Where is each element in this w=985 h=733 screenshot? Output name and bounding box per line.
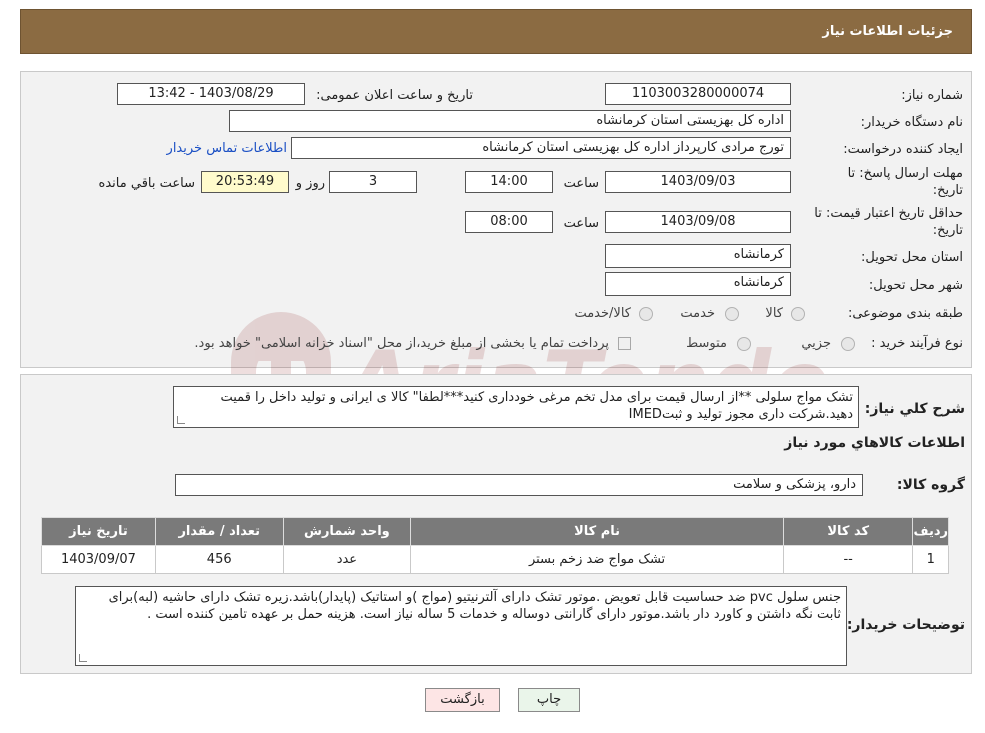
days-label: روز و (295, 176, 325, 191)
remaining-time-field: 20:53:49 (201, 171, 289, 193)
category-both-label: کالا/خدمت (574, 306, 631, 321)
reply-date-field: 1403/09/03 (605, 171, 791, 193)
description-text: تشک مواج سلولی **از ارسال قیمت برای مدل … (220, 390, 853, 422)
buyer-notes-textarea: جنس سلول pvc ضد حساسیت قابل تعویض .موتور… (75, 586, 847, 666)
description-textarea: تشک مواج سلولی **از ارسال قیمت برای مدل … (173, 386, 859, 428)
goods-group-label: گروه کالا: (896, 477, 965, 493)
col-code: کد کالا (782, 517, 914, 546)
province-field: کرمانشاه (605, 244, 791, 268)
goods-table-header: رديف کد کالا نام کالا واحد شمارش تعداد /… (41, 517, 949, 546)
description-label: شرح کلي نياز: (864, 401, 965, 417)
announce-date-label: تاریخ و ساعت اعلان عمومی: (316, 88, 473, 103)
validity-time-field: 08:00 (465, 211, 553, 233)
province-label: استان محل تحویل: (861, 250, 963, 265)
reply-deadline-label: مهلت ارسال پاسخ: تا (847, 166, 963, 181)
need-number-label: شماره نیاز: (901, 88, 963, 103)
goods-group-field: دارو، پزشکی و سلامت (175, 474, 863, 496)
resize-handle-icon[interactable] (177, 416, 185, 424)
back-button[interactable]: بازگشت (425, 688, 500, 712)
purchase-medium-radio[interactable] (737, 337, 751, 351)
items-panel: شرح کلي نياز: تشک مواج سلولی **از ارسال … (20, 374, 972, 674)
price-validity-label: حداقل تاریخ اعتبار قیمت: تا (814, 206, 963, 221)
price-validity-label-date: تاریخ: (932, 223, 963, 238)
validity-time-label: ساعت (563, 216, 599, 231)
goods-section-title: اطلاعات کالاهاي مورد نياز (784, 435, 965, 451)
reply-time-field: 14:00 (465, 171, 553, 193)
category-goods-label: کالا (765, 306, 783, 321)
goods-table: رديف کد کالا نام کالا واحد شمارش تعداد /… (41, 517, 949, 574)
reply-deadline-label-date: تاریخ: (932, 183, 963, 198)
purchase-medium-label: متوسط (686, 336, 727, 351)
city-field: کرمانشاه (605, 272, 791, 296)
announce-date-field: 1403/08/29 - 13:42 (117, 83, 305, 105)
category-both-radio[interactable] (639, 307, 653, 321)
buyer-org-field: اداره کل بهزیستی استان کرمانشاه (229, 110, 791, 132)
col-date: تاريخ نياز (41, 517, 156, 546)
cell-qty: 456 (154, 545, 284, 574)
reply-time-label: ساعت (563, 176, 599, 191)
category-label: طبقه بندی موضوعی: (847, 306, 963, 321)
remaining-time-label: ساعت باقي مانده (98, 176, 195, 191)
buyer-notes-label: توضيحات خريدار: (846, 617, 965, 633)
requester-field: تورج مرادی کارپرداز اداره کل بهزیستی است… (291, 137, 791, 159)
buyer-contact-link[interactable]: اطلاعات تماس خریدار (167, 141, 287, 156)
purchase-type-label: نوع فرآیند خرید : (871, 336, 963, 351)
purchase-minor-label: جزيي (801, 336, 831, 351)
days-remaining-field: 3 (329, 171, 417, 193)
page-title: جزئیات اطلاعات نیاز (822, 24, 953, 39)
header-bar: جزئیات اطلاعات نیاز (20, 9, 972, 54)
category-service-radio[interactable] (725, 307, 739, 321)
cell-date: 1403/09/07 (41, 545, 156, 574)
cell-code: -- (782, 545, 914, 574)
treasury-bond-note: پرداخت تمام یا بخشی از مبلغ خرید،از محل … (194, 336, 609, 351)
category-service-label: خدمت (680, 306, 715, 321)
need-number-field: 1103003280000074 (605, 83, 791, 105)
requester-label: ایجاد کننده درخواست: (843, 142, 963, 157)
treasury-bond-checkbox[interactable] (618, 337, 631, 350)
city-label: شهر محل تحویل: (868, 278, 963, 293)
col-name: نام کالا (410, 517, 784, 546)
cell-unit: عدد (282, 545, 412, 574)
buyer-org-label: نام دستگاه خریدار: (860, 115, 963, 130)
cell-name: تشک مواج ضد زخم بستر (410, 545, 784, 574)
print-button[interactable]: چاپ (518, 688, 580, 712)
col-unit: واحد شمارش (282, 517, 412, 546)
table-row: 1 -- تشک مواج ضد زخم بستر عدد 456 1403/0… (41, 545, 949, 574)
purchase-minor-radio[interactable] (841, 337, 855, 351)
validity-date-field: 1403/09/08 (605, 211, 791, 233)
col-row: رديف (912, 517, 949, 546)
col-qty: تعداد / مقدار (154, 517, 284, 546)
category-goods-radio[interactable] (791, 307, 805, 321)
buyer-notes-text: جنس سلول pvc ضد حساسیت قابل تعویض .موتور… (108, 590, 841, 622)
request-info-panel: AriaTender.neT شماره نیاز: 1103003280000… (20, 71, 972, 433)
cell-row: 1 (912, 545, 949, 574)
resize-handle-icon[interactable] (79, 654, 87, 662)
